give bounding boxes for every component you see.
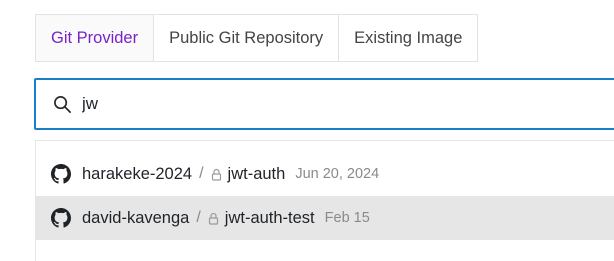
tab-git-provider[interactable]: Git Provider	[36, 15, 154, 61]
repository-results-list: harakeke-2024 / jwt-auth Jun 20, 2024 da…	[35, 140, 614, 261]
repository-date: Jun 20, 2024	[295, 166, 380, 182]
github-icon	[51, 208, 71, 228]
repository-result-row[interactable]: david-kavenga / jwt-auth-test Feb 15	[36, 196, 614, 240]
repository-name: jwt-auth-test	[224, 208, 315, 227]
repository-search[interactable]	[34, 78, 614, 130]
repository-name: jwt-auth	[227, 164, 286, 183]
path-separator: /	[199, 165, 204, 182]
repository-owner: david-kavenga	[82, 208, 190, 227]
search-input[interactable]	[82, 94, 562, 114]
repository-date: Feb 15	[324, 210, 370, 226]
tab-existing-image[interactable]: Existing Image	[338, 15, 477, 61]
github-icon	[51, 164, 71, 184]
lock-icon	[211, 168, 222, 181]
search-icon	[52, 94, 72, 114]
lock-icon	[208, 212, 219, 225]
source-tabs: Git Provider Public Git Repository Exist…	[35, 14, 479, 62]
repository-result-row[interactable]: harakeke-2024 / jwt-auth Jun 20, 2024	[36, 152, 614, 196]
repository-owner: harakeke-2024	[82, 164, 193, 183]
tab-public-git-repository[interactable]: Public Git Repository	[153, 15, 338, 61]
path-separator: /	[196, 209, 201, 226]
